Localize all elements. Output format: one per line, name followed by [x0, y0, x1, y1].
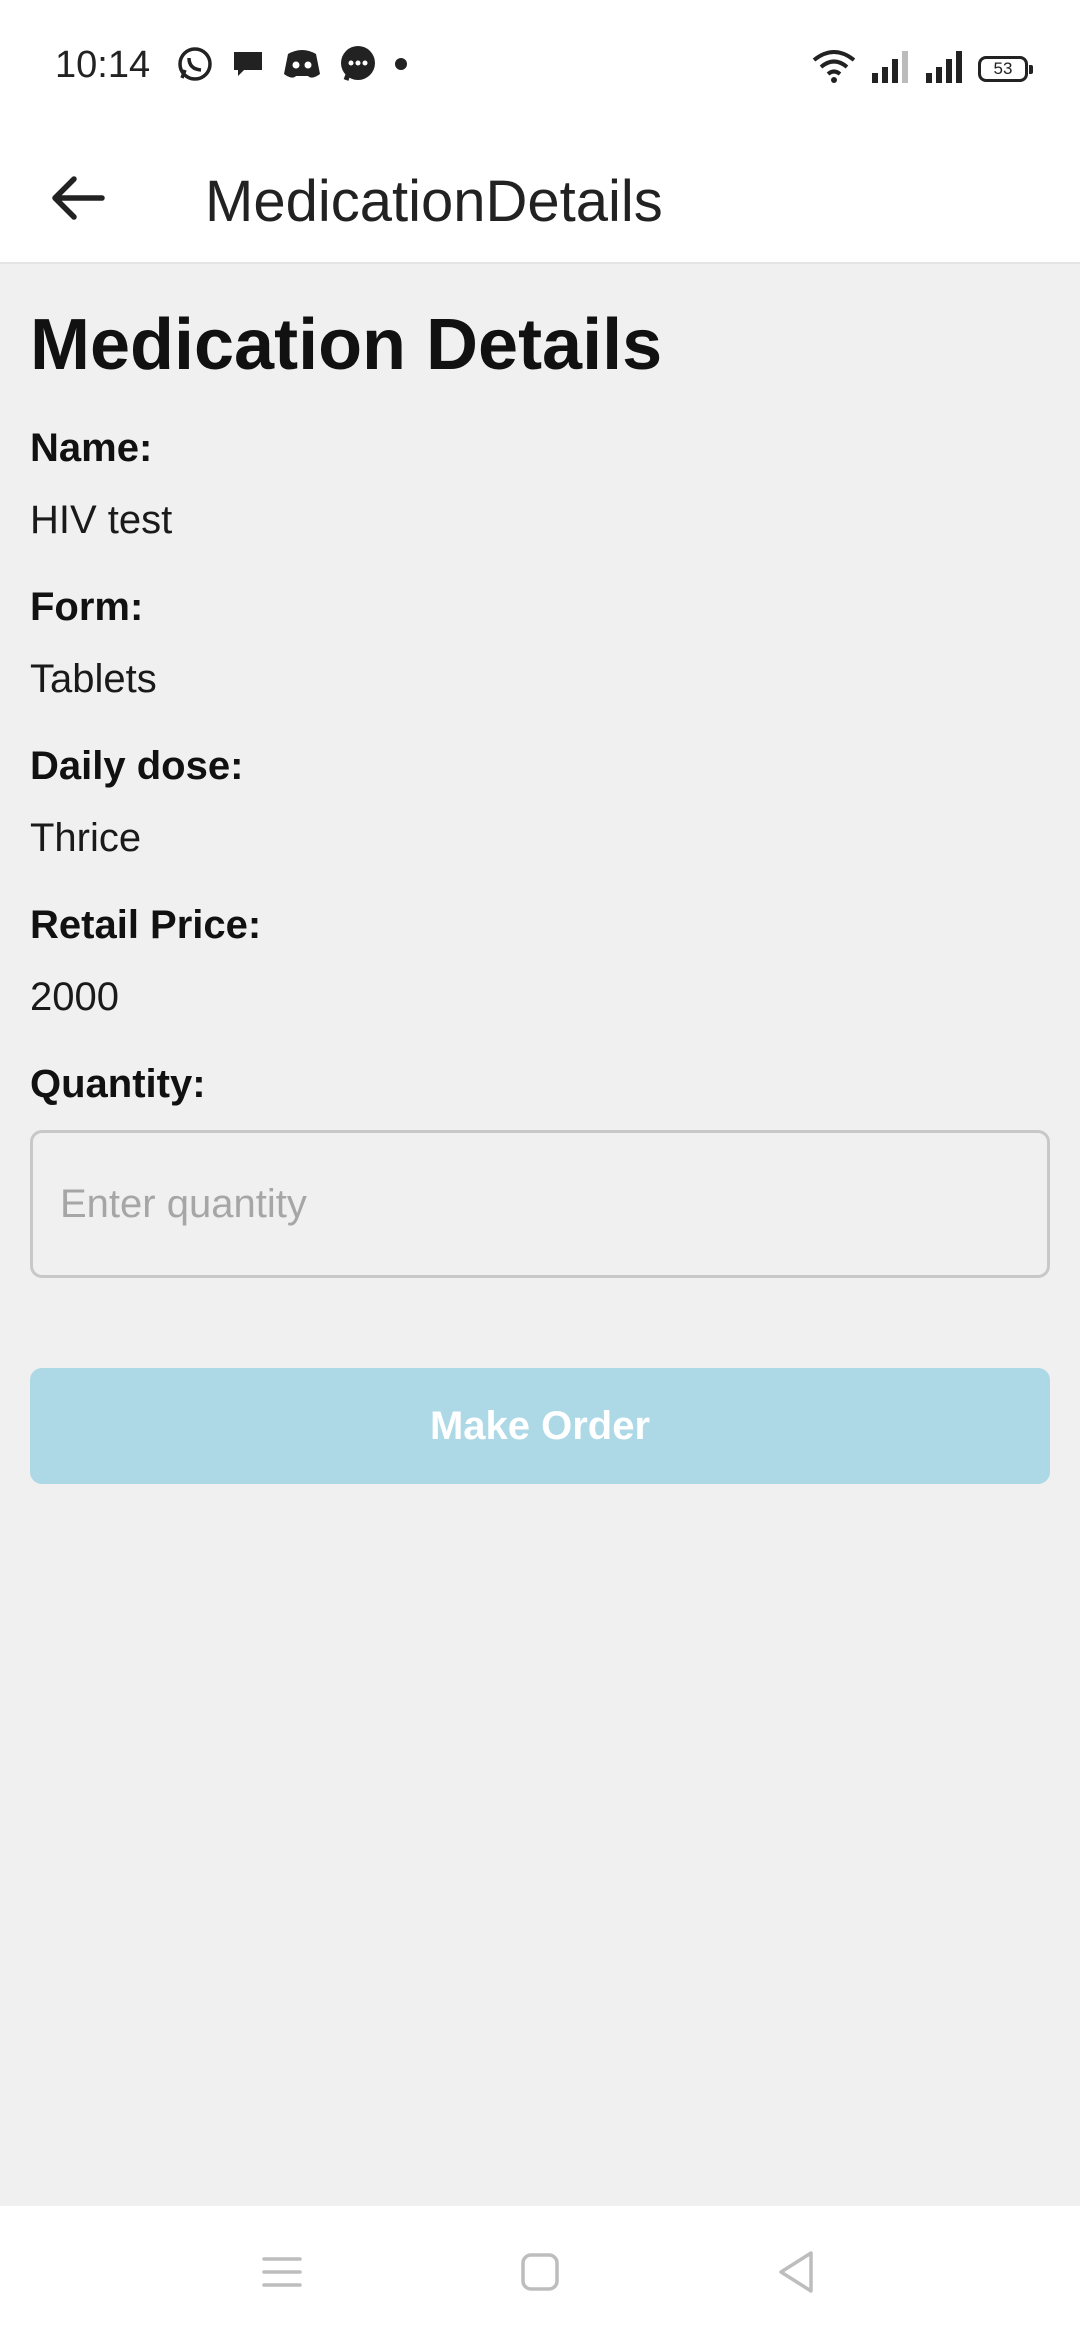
- messenger-icon: [338, 44, 378, 84]
- form-label: Form:: [30, 585, 144, 629]
- menu-icon: [260, 2253, 304, 2296]
- daily-dose-label: Daily dose:: [30, 744, 244, 788]
- app-bar-title: MedicationDetails: [205, 169, 663, 234]
- battery-icon: 53: [978, 55, 1033, 82]
- system-icons: 53: [812, 48, 1033, 89]
- back-button[interactable]: [38, 160, 118, 240]
- quantity-label: Quantity:: [30, 1062, 206, 1106]
- battery-level: 53: [993, 59, 1013, 78]
- status-bar: 10:14 53: [0, 0, 1080, 132]
- form-value: Tablets: [30, 657, 157, 701]
- chat-bubble-icon: [230, 46, 266, 82]
- signal-icon: [870, 49, 910, 88]
- notification-icons: [176, 44, 408, 84]
- wifi-icon: [812, 48, 856, 89]
- page-heading: Medication Details: [30, 305, 663, 385]
- system-nav-bar: [0, 2206, 1080, 2340]
- discord-icon: [282, 46, 322, 82]
- back-triangle-icon: [775, 2249, 817, 2300]
- retail-price-label: Retail Price:: [30, 903, 262, 947]
- name-label: Name:: [30, 426, 153, 470]
- quantity-input[interactable]: [30, 1130, 1050, 1278]
- dot-icon: [394, 57, 408, 71]
- arrow-left-icon: [50, 174, 106, 227]
- nav-back-button[interactable]: [768, 2246, 824, 2302]
- make-order-button[interactable]: Make Order: [30, 1368, 1050, 1484]
- status-time: 10:14: [55, 44, 151, 86]
- retail-price-value: 2000: [30, 975, 119, 1019]
- whatsapp-icon: [176, 45, 214, 83]
- nav-menu-button[interactable]: [254, 2246, 310, 2302]
- name-value: HIV test: [30, 498, 173, 542]
- app-bar: MedicationDetails: [0, 132, 1080, 264]
- signal-icon: [924, 49, 964, 88]
- daily-dose-value: Thrice: [30, 816, 142, 860]
- home-square-icon: [519, 2251, 561, 2298]
- nav-home-button[interactable]: [512, 2246, 568, 2302]
